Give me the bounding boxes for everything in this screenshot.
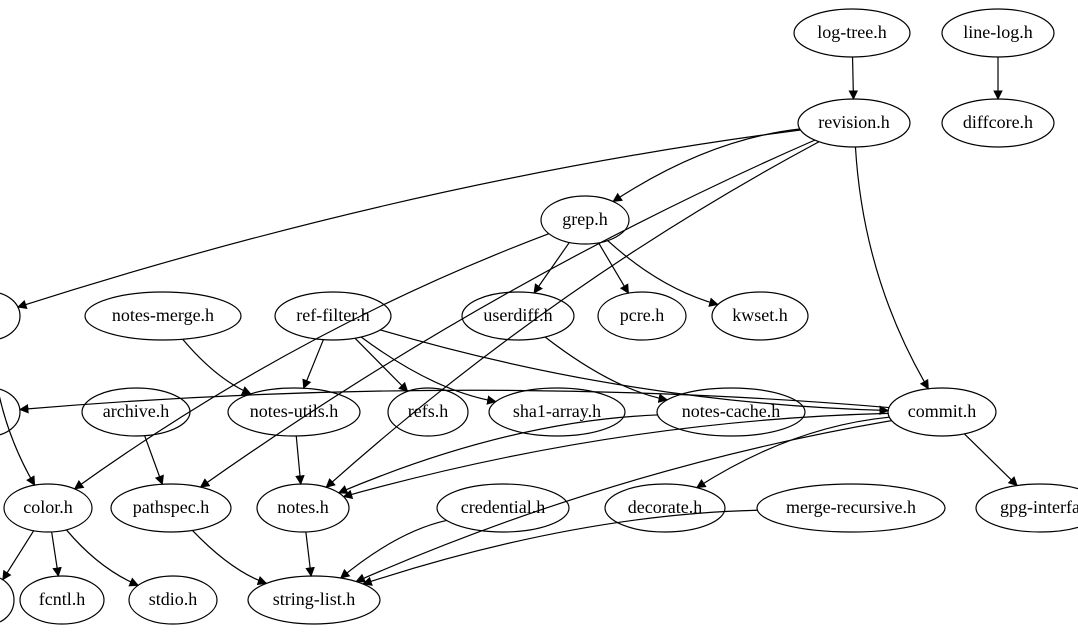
edge-grep-to-userdiff (534, 242, 569, 293)
node-label: pcre.h (620, 305, 664, 325)
node-ellipse (0, 576, 14, 624)
node-grep: grep.h (541, 196, 629, 244)
node-notes-merge: notes-merge.h (85, 292, 241, 340)
node-partial-left-a (0, 292, 20, 340)
node-ellipse (0, 292, 20, 340)
node-label: log-tree.h (817, 22, 886, 42)
node-log-tree: log-tree.h (794, 9, 910, 57)
node-label: diffcore.h (963, 112, 1033, 132)
edge-ref-filter-to-notes-utils (304, 340, 324, 389)
edge-merge-recursive-to-string-list (363, 510, 757, 584)
node-label: gpg-interfa (1000, 497, 1078, 517)
node-notes: notes.h (257, 484, 349, 532)
node-color: color.h (4, 484, 92, 532)
node-label: fcntl.h (39, 589, 86, 609)
node-line-log: line-log.h (942, 9, 1054, 57)
edge-ref-filter-to-sha1-array (361, 337, 496, 402)
node-label: notes-cache.h (682, 401, 780, 421)
node-notes-utils: notes-utils.h (228, 388, 360, 436)
node-label: notes-utils.h (250, 401, 339, 421)
node-commit: commit.h (888, 388, 996, 436)
node-sha1-array: sha1-array.h (489, 388, 625, 436)
node-stdio: stdio.h (129, 576, 217, 624)
node-archive: archive.h (82, 388, 190, 436)
edge-revision-to-commit (855, 147, 928, 389)
node-userdiff: userdiff.h (462, 292, 574, 340)
node-kwset: kwset.h (712, 292, 808, 340)
edge-revision-to-partial-left-a (18, 130, 801, 307)
edge-archive-to-pathspec (145, 436, 163, 485)
node-label: sha1-array.h (513, 401, 601, 421)
edge-grep-to-pcre (599, 243, 629, 293)
node-label: stdio.h (149, 589, 198, 609)
node-label: merge-recursive.h (786, 497, 916, 517)
node-label: color.h (23, 497, 73, 517)
node-label: archive.h (103, 401, 169, 421)
edge-commit-to-decorate (697, 417, 889, 487)
node-label: decorate.h (628, 497, 702, 517)
edge-color-to-partial-left-c (3, 531, 34, 580)
edge-ref-filter-to-refs (355, 338, 408, 391)
edge-partial-left-a-to-color (0, 340, 35, 485)
edge-log-tree-to-revision (853, 57, 854, 99)
node-notes-cache: notes-cache.h (657, 388, 805, 436)
node-label: credential.h (461, 497, 545, 517)
node-label: pathspec.h (133, 497, 209, 517)
node-fcntl: fcntl.h (20, 576, 104, 624)
node-ref-filter: ref-filter.h (275, 292, 391, 340)
node-pathspec: pathspec.h (111, 484, 231, 532)
dependency-graph: log-tree.h line-log.h revision.h diffcore.h… (0, 0, 1078, 635)
node-label: ref-filter.h (296, 305, 369, 325)
node-label: userdiff.h (483, 305, 552, 325)
node-pcre: pcre.h (598, 292, 686, 340)
node-label: refs.h (408, 401, 448, 421)
node-label: notes-merge.h (112, 305, 214, 325)
edge-userdiff-to-notes-cache (545, 337, 667, 400)
node-credential: credential.h (437, 484, 569, 532)
edge-pathspec-to-string-list (192, 530, 266, 583)
node-revision: revision.h (798, 99, 910, 147)
node-label: commit.h (908, 401, 977, 421)
edge-credential-to-string-list (341, 520, 447, 578)
node-partial-left-c (0, 576, 14, 624)
edge-notes-merge-to-notes-utils (183, 339, 251, 394)
node-label: grep.h (562, 209, 607, 229)
node-string-list: string-list.h (248, 576, 380, 624)
edge-notes-to-string-list (306, 532, 311, 576)
node-decorate: decorate.h (605, 484, 725, 532)
edge-revision-to-grep (613, 129, 800, 202)
node-label: kwset.h (732, 305, 788, 325)
node-label: line-log.h (963, 22, 1033, 42)
node-label: notes.h (277, 497, 329, 517)
node-label: string-list.h (273, 589, 356, 609)
node-label: revision.h (818, 112, 890, 132)
edge-color-to-fcntl (52, 532, 59, 576)
edge-commit-to-gpg-interface (964, 434, 1017, 486)
edge-commit-to-notes (344, 413, 889, 496)
node-diffcore: diffcore.h (942, 99, 1054, 147)
edge-notes-utils-to-notes (296, 436, 301, 484)
node-refs: refs.h (388, 388, 468, 436)
node-gpg-interface: gpg-interfa (976, 484, 1078, 532)
node-merge-recursive: merge-recursive.h (757, 484, 945, 532)
edge-ref-filter-to-commit (380, 330, 888, 411)
